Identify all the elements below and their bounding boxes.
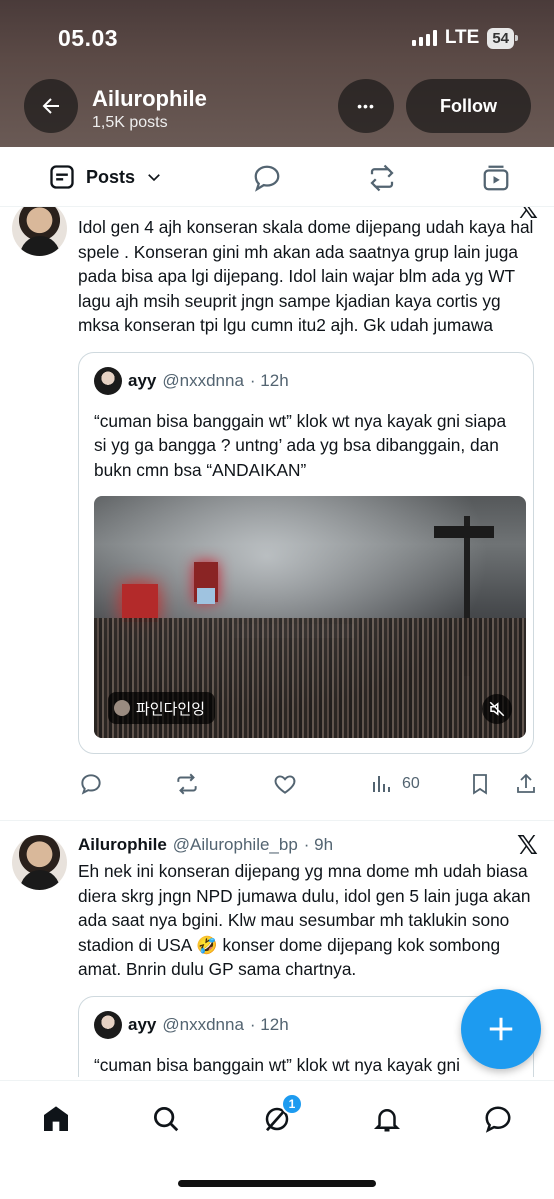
quoted-avatar xyxy=(94,366,122,395)
views-count: 60 xyxy=(402,775,420,792)
profile-title-block: Ailurophile 1,5K posts xyxy=(92,86,207,132)
repost-icon xyxy=(177,773,197,795)
more-icon: ••• xyxy=(357,98,375,114)
share-icon xyxy=(517,773,535,793)
search-icon xyxy=(154,1107,179,1132)
heart-icon xyxy=(274,775,296,794)
tweet-text: Eh nek ini konseran dijepang yg mna dome… xyxy=(78,861,531,979)
nav-messages[interactable] xyxy=(478,1099,518,1139)
status-indicators: LTE 54 xyxy=(411,27,518,49)
tweet-header: Ailurophile @Ailurophile_bp · 9h xyxy=(78,833,534,857)
tab-replies[interactable] xyxy=(252,163,282,198)
bookmark-button[interactable] xyxy=(468,772,492,796)
tab-reposts[interactable] xyxy=(366,163,398,198)
message-bubble-icon xyxy=(485,1106,511,1133)
quoted-text: “cuman bisa banggain wt” klok wt nya kay… xyxy=(94,1054,460,1075)
tweet-actions: 60 xyxy=(78,762,535,806)
network-label: LTE xyxy=(444,27,480,48)
nav-notifications[interactable] xyxy=(367,1099,407,1139)
nav-grok[interactable]: 1 xyxy=(257,1093,303,1139)
timeline[interactable]: 𝕏 Idol gen 4 ajh konseran skala dome dij… xyxy=(0,207,554,1077)
mute-button[interactable] xyxy=(482,694,512,724)
status-time: 05.03 xyxy=(58,24,119,51)
home-indicator xyxy=(178,1180,376,1187)
media-author-badge[interactable]: 파인다인잉 xyxy=(108,692,216,724)
repost-icon xyxy=(370,164,394,192)
quoted-name: ayy xyxy=(128,1014,157,1034)
quoted-tweet[interactable]: ayy @nxxdnna · 12h “cuman bisa banggain … xyxy=(78,351,534,754)
bell-icon xyxy=(373,1109,401,1132)
tweet[interactable]: 𝕏 Idol gen 4 ajh konseran skala dome dij… xyxy=(0,207,554,806)
back-button[interactable] xyxy=(24,79,78,133)
battery-icon: 54 xyxy=(487,27,518,49)
tweet-time: · 9h xyxy=(303,835,334,854)
nav-search[interactable] xyxy=(146,1099,186,1139)
quoted-avatar xyxy=(94,1010,122,1039)
compose-button[interactable] xyxy=(461,989,541,1069)
quoted-handle: @nxxdnna xyxy=(162,370,244,390)
quoted-tweet-header: ayy @nxxdnna · 12h xyxy=(94,1010,518,1039)
x-logo-icon: 𝕏 xyxy=(517,831,538,861)
quoted-time: · 12h xyxy=(249,370,289,390)
nav-home[interactable] xyxy=(36,1099,76,1139)
status-bar: 05.03 LTE 54 xyxy=(58,24,518,52)
x-logo-icon: 𝕏 xyxy=(517,207,538,225)
avatar[interactable] xyxy=(12,207,67,256)
quoted-text: “cuman bisa banggain wt” klok wt nya kay… xyxy=(94,410,507,480)
tweet-text: Idol gen 4 ajh konseran skala dome dijep… xyxy=(78,217,534,335)
notification-badge: 1 xyxy=(281,1093,303,1115)
like-button[interactable] xyxy=(272,771,298,797)
author-handle[interactable]: @Ailurophile_bp xyxy=(173,835,298,855)
post-count: 1,5K posts xyxy=(92,114,168,131)
more-button[interactable]: ••• xyxy=(338,79,394,133)
quoted-name: ayy xyxy=(128,370,157,390)
profile-tabs: Posts xyxy=(0,147,554,207)
video-media[interactable]: 파인다인잉 xyxy=(94,496,526,738)
reply-bubble-icon xyxy=(254,165,280,192)
avatar[interactable] xyxy=(12,835,67,890)
profile-header: 05.03 LTE 54 Ailurophile 1,5K posts ••• … xyxy=(0,0,554,147)
tab-posts[interactable]: Posts xyxy=(48,163,163,191)
badge-avatar xyxy=(114,700,130,716)
tab-posts-label: Posts xyxy=(86,166,136,187)
tab-media[interactable] xyxy=(481,163,511,198)
mute-icon xyxy=(489,701,505,717)
signal-icon xyxy=(411,30,437,46)
reply-icon xyxy=(81,774,101,795)
chevron-down-icon xyxy=(148,174,160,182)
home-icon xyxy=(44,1106,68,1131)
media-icon xyxy=(483,165,509,191)
quoted-handle: @nxxdnna xyxy=(162,1014,244,1034)
back-arrow-icon xyxy=(42,98,59,114)
author-name[interactable]: Ailurophile xyxy=(78,835,167,855)
repost-button[interactable] xyxy=(174,771,200,797)
reply-button[interactable] xyxy=(78,771,104,797)
views-chart-icon xyxy=(373,776,390,792)
views-button[interactable]: 60 xyxy=(370,772,420,796)
profile-name: Ailurophile xyxy=(92,86,207,111)
share-button[interactable] xyxy=(514,772,538,796)
badge-label: 파인다인잉 xyxy=(136,699,206,718)
follow-button[interactable]: Follow xyxy=(406,79,531,133)
posts-icon xyxy=(50,165,74,189)
quoted-time: · 12h xyxy=(249,1014,289,1034)
quoted-tweet-header: ayy @nxxdnna · 12h xyxy=(94,366,518,395)
plus-icon xyxy=(489,1017,513,1041)
bookmark-icon xyxy=(473,774,487,795)
